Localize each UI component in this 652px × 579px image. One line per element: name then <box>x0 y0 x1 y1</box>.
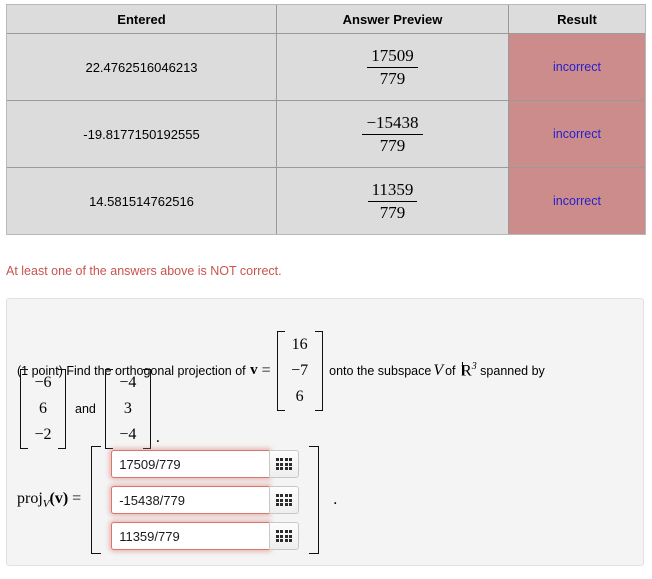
answer-preview: −15438 779 <box>277 101 509 168</box>
left-bracket <box>104 369 113 449</box>
grid-keypad-icon <box>275 458 293 470</box>
vector-entry: −7 <box>291 361 309 379</box>
vector-entry: 6 <box>295 387 304 405</box>
blackboard-bar <box>462 362 464 376</box>
fraction-denominator: 779 <box>379 135 406 155</box>
of-word: of <box>445 363 456 378</box>
entered-value: -19.8177150192555 <box>7 101 277 168</box>
entered-value: 22.4762516046213 <box>7 34 277 101</box>
keypad-button-1[interactable] <box>269 450 300 478</box>
basis-vector-1-entries: −6 6 −2 <box>28 369 58 449</box>
real-field-symbol: R3 <box>459 361 477 380</box>
vector-entry: 3 <box>123 399 132 417</box>
basis-vector-2-entries: −4 3 −4 <box>113 369 143 449</box>
problem-middle-text: onto the subspace <box>329 363 432 378</box>
table-row: 22.4762516046213 17509 779 incorrect <box>7 34 645 101</box>
answer-row: projV(v) = 17509/779 -15438/779 11359/77… <box>17 444 337 556</box>
result-status: incorrect <box>509 101 645 168</box>
problem-panel: (1 point) Find the orthogonal projection… <box>6 298 644 566</box>
basis-vector-1: −6 6 −2 <box>20 369 66 449</box>
vector-entry: −6 <box>34 374 52 391</box>
problem-statement-line-2: −6 6 −2 and −4 3 −4 . <box>17 369 160 449</box>
trailing-period: . <box>333 491 338 508</box>
and-conjunction: and <box>75 401 96 416</box>
column-header-entered: Entered <box>7 5 277 34</box>
answer-input-2[interactable] <box>111 486 270 514</box>
right-bracket <box>314 331 323 411</box>
proj-argument: (v) <box>49 489 69 507</box>
right-bracket <box>58 369 66 449</box>
equals-sign: = <box>261 361 271 379</box>
left-bracket <box>91 446 102 554</box>
answer-field-group-3 <box>111 522 300 550</box>
keypad-button-3[interactable] <box>269 522 300 550</box>
answer-vector <box>91 444 320 556</box>
answer-fields <box>101 444 309 556</box>
answer-field-group-1 <box>111 450 300 478</box>
keypad-button-2[interactable] <box>269 486 300 514</box>
answer-preview: 11359 779 <box>277 168 509 234</box>
spanned-by-text: spanned by <box>480 363 545 378</box>
basis-vector-2: −4 3 −4 <box>104 369 151 449</box>
right-bracket <box>309 446 320 554</box>
result-status: incorrect <box>509 34 645 101</box>
vector-entry: 6 <box>39 399 47 417</box>
answer-input-3[interactable] <box>111 522 270 550</box>
vector-v-matrix: 16 −7 6 <box>276 331 323 411</box>
proj-subscript: V <box>42 498 50 511</box>
left-bracket <box>20 369 28 449</box>
entered-value: 14.581514762516 <box>7 168 277 234</box>
table-header-row: Entered Answer Preview Result <box>7 5 645 34</box>
right-bracket <box>142 369 151 449</box>
subspace-symbol: V <box>433 361 444 379</box>
results-table-container: Entered Answer Preview Result 22.4762516… <box>6 4 646 235</box>
fraction-numerator: 11359 <box>367 180 418 202</box>
vector-v-symbol: v <box>250 362 258 379</box>
warning-message: At least one of the answers above is NOT… <box>6 264 282 278</box>
projection-label: projV(v) = <box>17 490 91 510</box>
grid-keypad-icon <box>275 530 293 542</box>
fraction-denominator: 779 <box>379 202 406 222</box>
fraction-numerator: −15438 <box>362 113 423 135</box>
fraction-numerator: 17509 <box>367 46 418 68</box>
vector-entry: 16 <box>291 336 308 353</box>
fraction: −15438 779 <box>362 113 423 155</box>
table-row: -19.8177150192555 −15438 779 incorrect <box>7 101 645 168</box>
answer-preview: 17509 779 <box>277 34 509 101</box>
column-header-answer-preview: Answer Preview <box>277 5 509 34</box>
fraction-denominator: 779 <box>379 68 406 88</box>
answer-field-group-2 <box>111 486 300 514</box>
result-status: incorrect <box>509 168 645 234</box>
field-exponent: 3 <box>471 361 477 373</box>
fraction: 11359 779 <box>367 180 418 222</box>
fraction: 17509 779 <box>367 46 418 88</box>
proj-operator: proj <box>17 489 43 507</box>
vector-v-entries: 16 −7 6 <box>285 331 315 411</box>
column-header-result: Result <box>509 5 645 34</box>
left-bracket <box>276 331 285 411</box>
vector-entry: −4 <box>119 374 137 391</box>
grid-keypad-icon <box>275 494 293 506</box>
results-table: Entered Answer Preview Result 22.4762516… <box>6 4 646 235</box>
proj-equals: = <box>72 489 82 507</box>
table-row: 14.581514762516 11359 779 incorrect <box>7 168 645 234</box>
answer-input-1[interactable] <box>111 450 270 478</box>
